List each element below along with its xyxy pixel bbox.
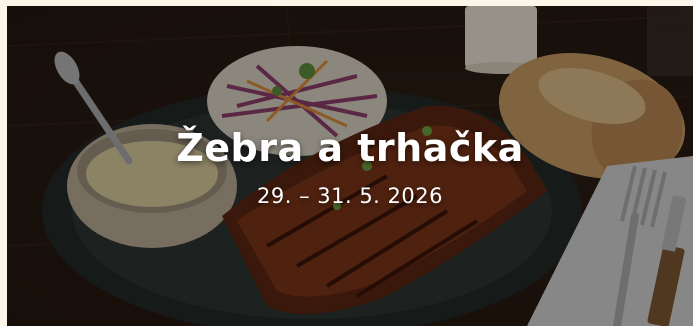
event-banner[interactable]: Žebra a trhačka 29. – 31. 5. 2026 <box>7 6 693 326</box>
event-date: 29. – 31. 5. 2026 <box>257 184 443 208</box>
banner-title: Žebra a trhačka <box>176 126 524 170</box>
